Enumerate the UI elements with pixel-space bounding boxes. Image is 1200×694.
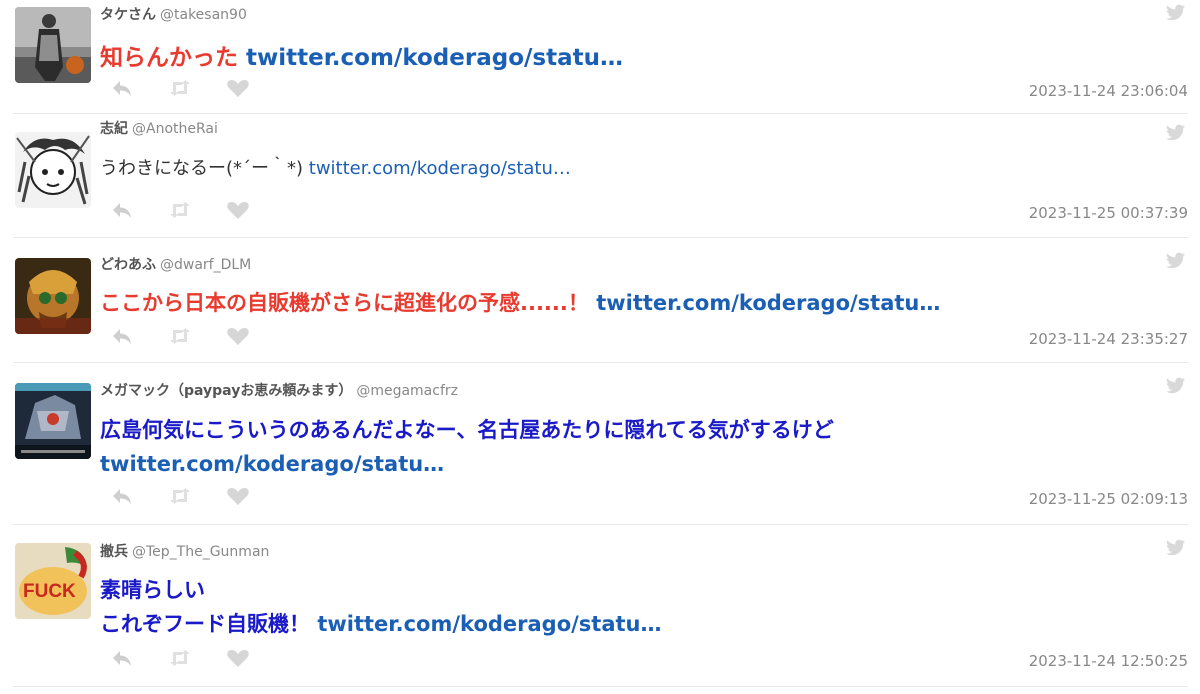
user-handle[interactable]: @megamacfrz [356, 383, 458, 399]
avatar[interactable] [15, 132, 91, 208]
avatar-text: FUCK [23, 581, 76, 602]
twitter-bird-icon[interactable] [1166, 539, 1186, 557]
tweet-meta: 志紀 @AnotheRai [100, 118, 218, 138]
tweet-text: ここから日本の自販機がさらに超進化の予感......！ twitter.com/… [100, 287, 1148, 317]
avatar[interactable] [15, 7, 91, 83]
tweet-timestamp[interactable]: 2023-11-24 12:50:25 [1029, 652, 1188, 670]
tweet-link[interactable]: twitter.com/koderago/statu… [596, 291, 940, 315]
tweet-message-line2: これぞフード自販機！ [100, 612, 310, 636]
user-handle[interactable]: @Tep_The_Gunman [132, 544, 269, 560]
tweet-timestamp[interactable]: 2023-11-25 00:37:39 [1029, 204, 1188, 222]
retweet-icon[interactable] [168, 486, 192, 506]
reply-icon[interactable] [110, 78, 134, 98]
tweet-item: どわあふ @dwarf_DLM ここから日本の自販機がさらに超進化の予感.....… [13, 238, 1188, 363]
reply-icon[interactable] [110, 200, 134, 220]
tweet-link[interactable]: twitter.com/koderago/statu… [100, 447, 1148, 481]
tweet-text: うわきになるー(*´ー｀*) twitter.com/koderago/stat… [100, 154, 1148, 180]
tweet-timestamp[interactable]: 2023-11-25 02:09:13 [1029, 490, 1188, 508]
tweet-actions [110, 326, 250, 346]
reply-icon[interactable] [110, 648, 134, 668]
twitter-bird-icon[interactable] [1166, 377, 1186, 395]
tweet-message: ここから日本の自販機がさらに超進化の予感......！ [100, 291, 589, 315]
tweet-meta: どわあふ @dwarf_DLM [100, 254, 251, 274]
heart-icon[interactable] [226, 326, 250, 346]
tweet-link[interactable]: twitter.com/koderago/statu… [309, 158, 571, 179]
retweet-icon[interactable] [168, 326, 192, 346]
user-name[interactable]: どわあふ [100, 257, 156, 273]
tweet-text: 知らんかった twitter.com/koderago/statu… [100, 38, 1148, 72]
avatar[interactable] [15, 383, 91, 459]
heart-icon[interactable] [226, 200, 250, 220]
user-name[interactable]: 志紀 [100, 121, 128, 137]
twitter-bird-icon[interactable] [1166, 252, 1186, 270]
tweet-item: タケさん @takesan90 知らんかった twitter.com/kodera… [13, 0, 1188, 114]
tweet-message: 知らんかった [100, 45, 238, 71]
heart-icon[interactable] [226, 486, 250, 506]
tweet-meta: メガマック（paypayお恵み頼みます） @megamacfrz [100, 380, 458, 400]
user-name[interactable]: 撤兵 [100, 544, 128, 560]
tweet-link[interactable]: twitter.com/koderago/statu… [246, 45, 623, 71]
tweet-actions [110, 648, 250, 668]
tweet-actions [110, 486, 250, 506]
user-handle[interactable]: @takesan90 [160, 7, 247, 23]
twitter-bird-icon[interactable] [1166, 124, 1186, 142]
user-handle[interactable]: @AnotheRai [132, 121, 218, 137]
avatar[interactable]: FUCK [15, 543, 91, 619]
user-handle[interactable]: @dwarf_DLM [160, 257, 251, 273]
tweet-message: 広島何気にこういうのあるんだよなー、名古屋あたりに隠れてる気がするけど [100, 418, 834, 442]
tweet-text: 広島何気にこういうのあるんだよなー、名古屋あたりに隠れてる気がするけど twit… [100, 413, 1148, 481]
heart-icon[interactable] [226, 648, 250, 668]
reply-icon[interactable] [110, 326, 134, 346]
tweet-text: 素晴らしい これぞフード自販機！ twitter.com/koderago/st… [100, 573, 1148, 641]
tweet-list: タケさん @takesan90 知らんかった twitter.com/kodera… [0, 0, 1200, 687]
retweet-icon[interactable] [168, 648, 192, 668]
tweet-meta: タケさん @takesan90 [100, 4, 247, 24]
twitter-bird-icon[interactable] [1166, 4, 1186, 22]
tweet-message: うわきになるー(*´ー｀*) [100, 158, 304, 179]
tweet-actions [110, 200, 250, 220]
user-name[interactable]: タケさん [100, 7, 156, 23]
reply-icon[interactable] [110, 486, 134, 506]
heart-icon[interactable] [226, 78, 250, 98]
tweet-actions [110, 78, 250, 98]
tweet-item: 志紀 @AnotheRai うわきになるー(*´ー｀*) twitter.com/… [13, 114, 1188, 238]
retweet-icon[interactable] [168, 200, 192, 220]
tweet-link[interactable]: twitter.com/koderago/statu… [317, 612, 661, 636]
tweet-item: FUCK 撤兵 @Tep_The_Gunman 素晴らしい これぞフード自販機！ … [13, 525, 1188, 687]
tweet-timestamp[interactable]: 2023-11-24 23:35:27 [1029, 330, 1188, 348]
tweet-item: メガマック（paypayお恵み頼みます） @megamacfrz 広島何気にこうい… [13, 363, 1188, 525]
tweet-meta: 撤兵 @Tep_The_Gunman [100, 541, 269, 561]
tweet-message-line1: 素晴らしい [100, 578, 205, 602]
user-name[interactable]: メガマック（paypayお恵み頼みます） [100, 383, 352, 399]
avatar[interactable] [15, 258, 91, 334]
retweet-icon[interactable] [168, 78, 192, 98]
tweet-timestamp[interactable]: 2023-11-24 23:06:04 [1029, 82, 1188, 100]
